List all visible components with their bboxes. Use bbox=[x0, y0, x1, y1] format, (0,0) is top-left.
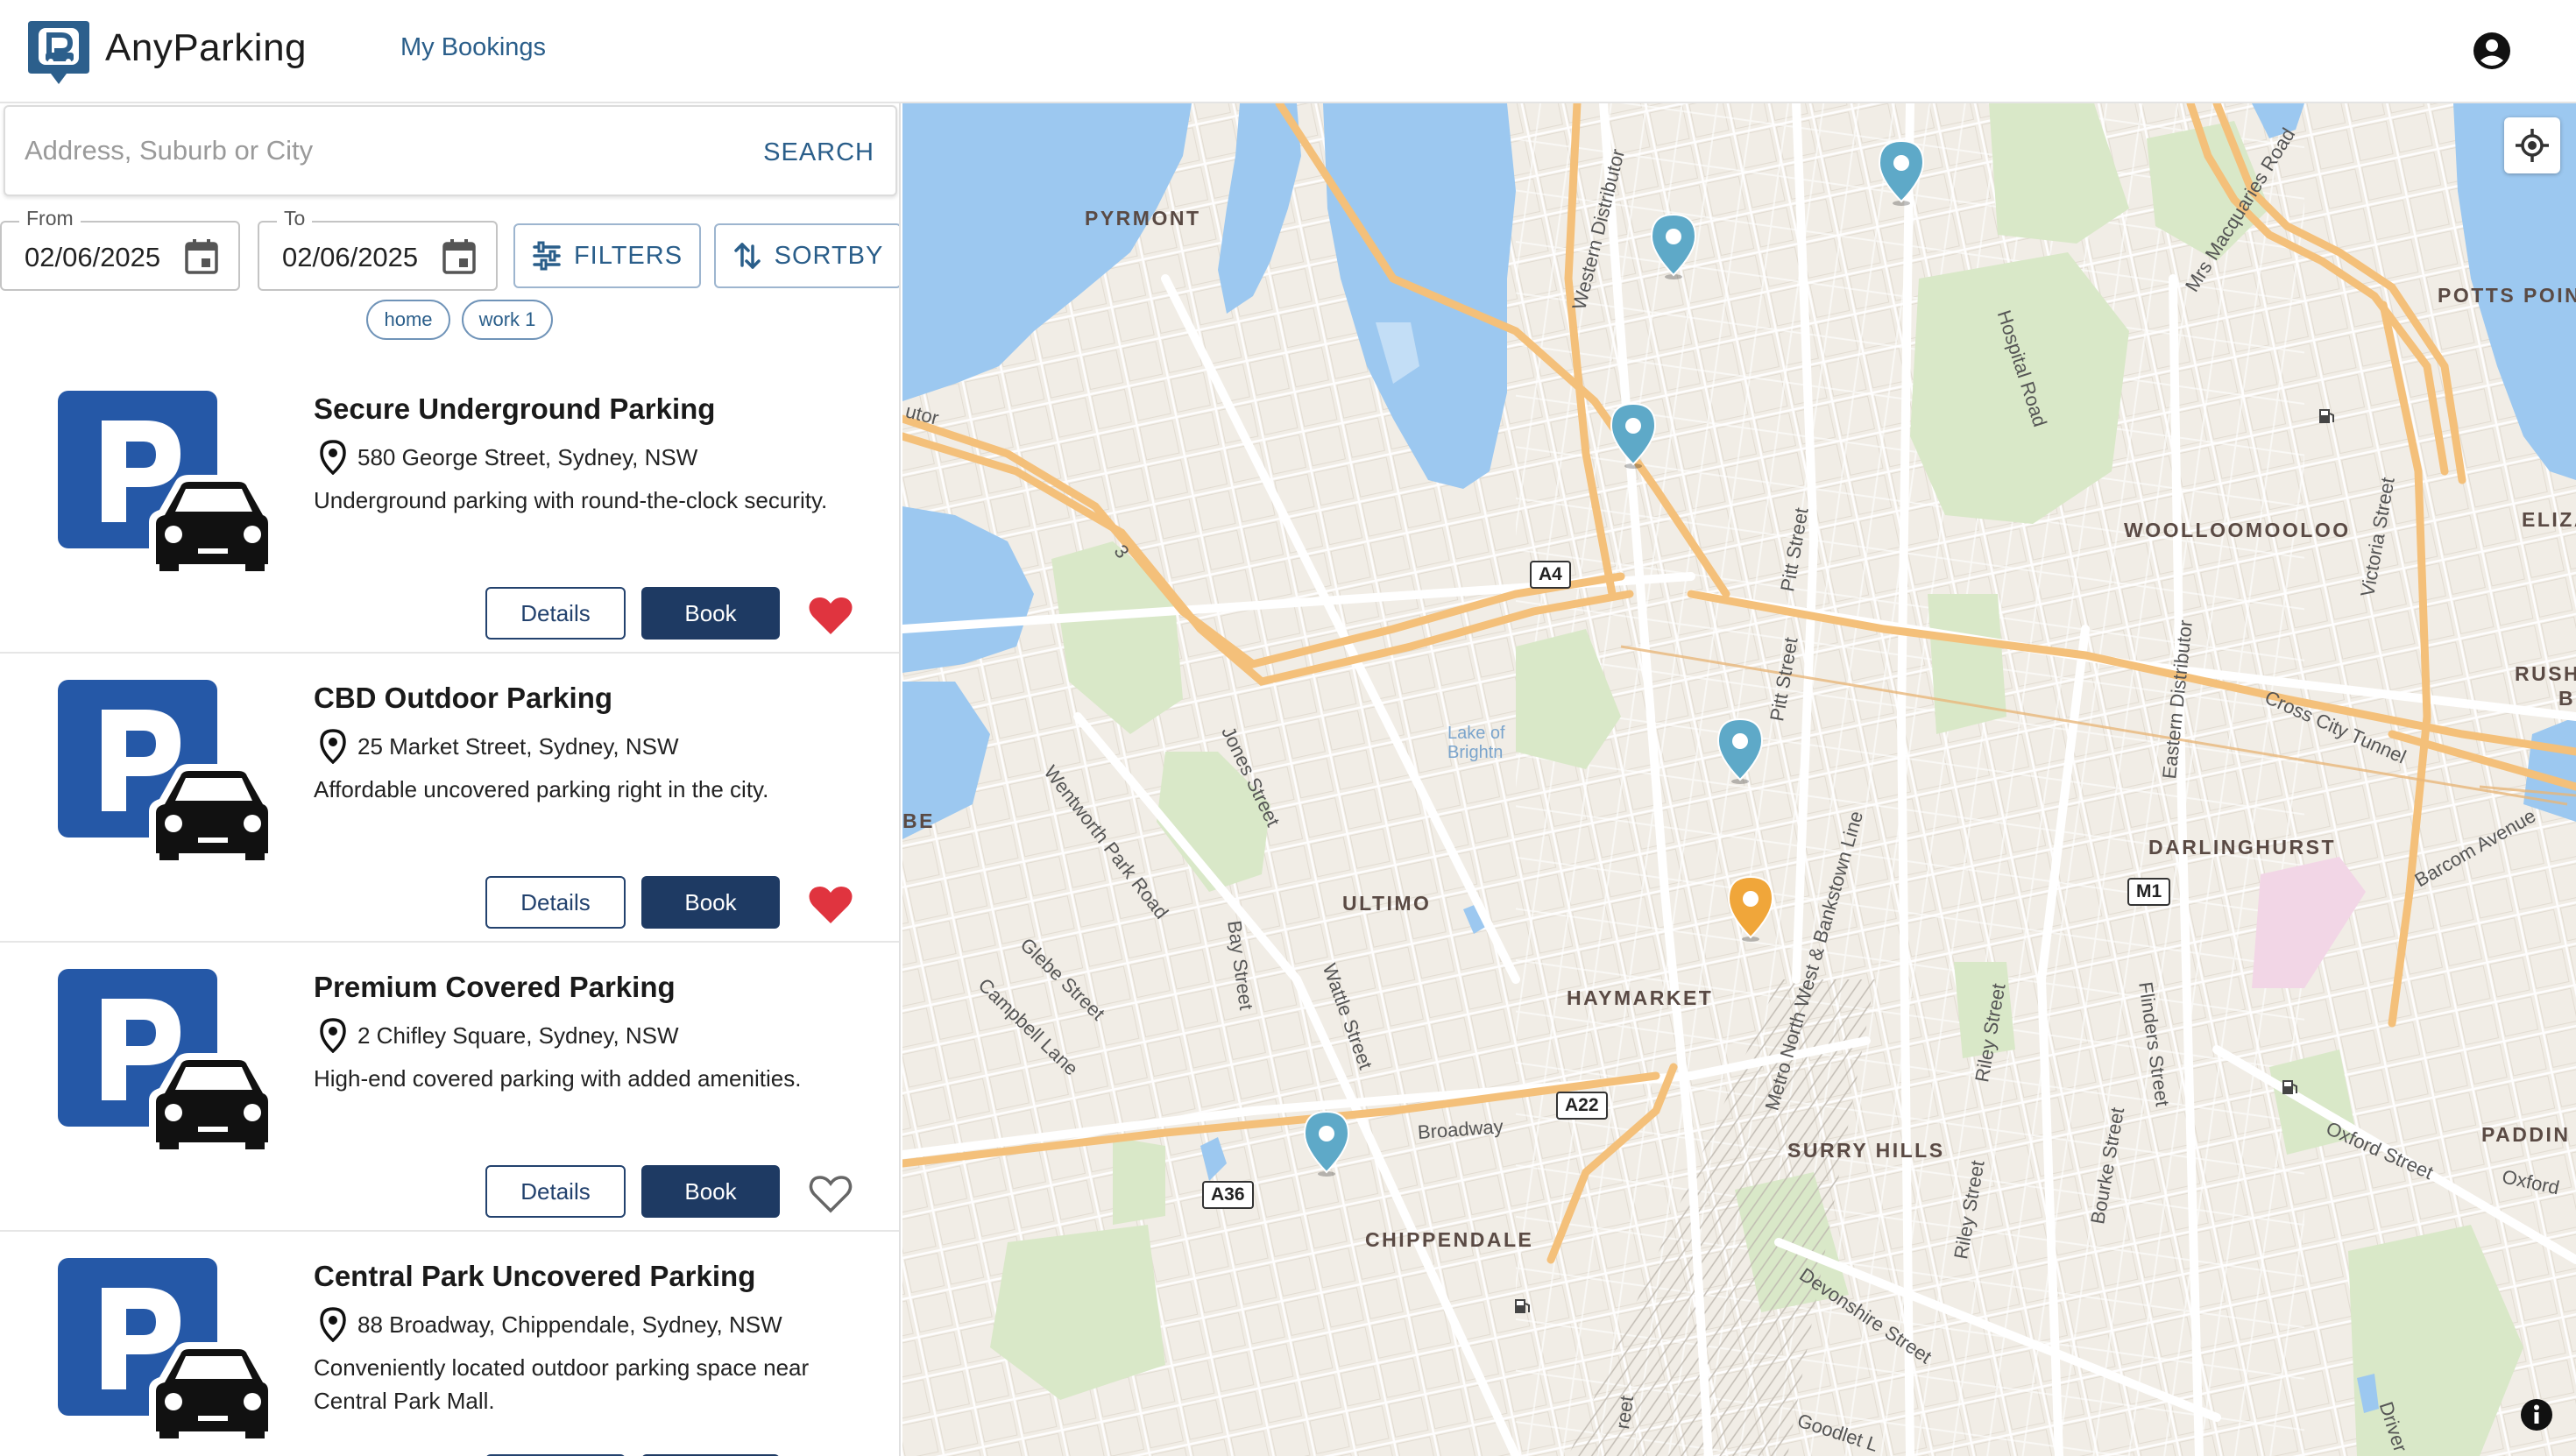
to-date-label: To bbox=[277, 207, 313, 230]
street-label: reet bbox=[1611, 1394, 1638, 1431]
to-date-value[interactable]: 02/06/2025 bbox=[282, 242, 431, 273]
parking-marker-icon[interactable] bbox=[1714, 717, 1766, 785]
parking-description: Affordable uncovered parking right in th… bbox=[314, 776, 769, 802]
parking-address: 2 Chifley Square, Sydney, NSW bbox=[357, 1021, 679, 1049]
favorite-filled-icon[interactable] bbox=[808, 885, 853, 925]
from-date-label: From bbox=[19, 207, 81, 230]
sort-button[interactable]: SORTBY bbox=[714, 223, 899, 288]
info-icon[interactable] bbox=[2520, 1398, 2553, 1431]
map-label-rushcutters: RUSHC bbox=[2515, 662, 2576, 685]
anyparking-logo-icon[interactable] bbox=[26, 18, 91, 86]
parking-thumbnail-icon bbox=[58, 680, 272, 860]
app-name: AnyParking bbox=[105, 26, 308, 69]
book-button[interactable]: Book bbox=[641, 1165, 780, 1218]
location-pin-icon bbox=[320, 440, 346, 475]
parking-marker-icon[interactable] bbox=[1300, 1109, 1353, 1177]
favorite-outline-icon[interactable] bbox=[808, 1174, 853, 1214]
map-label-eliza: ELIZA bbox=[2522, 508, 2576, 531]
my-bookings-link[interactable]: My Bookings bbox=[400, 33, 546, 62]
address-row: 88 Broadway, Chippendale, Sydney, NSW bbox=[317, 1307, 782, 1342]
road-shield-a4: A4 bbox=[1530, 561, 1571, 589]
parking-description: Conveniently located outdoor parking spa… bbox=[314, 1354, 810, 1414]
filters-button[interactable]: FILTERS bbox=[513, 223, 701, 288]
calendar-icon[interactable] bbox=[442, 238, 477, 275]
parking-title: Central Park Uncovered Parking bbox=[314, 1260, 756, 1292]
sort-arrows-icon bbox=[733, 243, 761, 269]
map-label-pyrmont: PYRMONT bbox=[1085, 207, 1201, 230]
map-label-haymarket: HAYMARKET bbox=[1567, 986, 1714, 1009]
saved-place-chip[interactable]: home bbox=[366, 300, 450, 340]
book-button[interactable]: Book bbox=[641, 876, 780, 929]
location-pin-icon bbox=[320, 1018, 346, 1053]
map-label-paddington: PADDIN bbox=[2481, 1123, 2571, 1146]
calendar-icon[interactable] bbox=[184, 238, 219, 275]
parking-marker-icon[interactable] bbox=[1607, 401, 1660, 470]
parking-marker-icon[interactable] bbox=[1875, 138, 1928, 207]
tune-icon bbox=[533, 241, 561, 271]
address-row: 25 Market Street, Sydney, NSW bbox=[317, 729, 679, 764]
parking-result-card[interactable]: Secure Underground Parking 580 George St… bbox=[0, 364, 899, 654]
details-button[interactable]: Details bbox=[485, 876, 626, 929]
map-label-rushcutters-2: B bbox=[2558, 687, 2576, 710]
fuel-station-icon bbox=[1515, 1299, 1530, 1313]
parking-marker-icon[interactable] bbox=[1647, 212, 1700, 280]
fuel-station-icon bbox=[2282, 1080, 2297, 1094]
favorite-filled-icon[interactable] bbox=[808, 596, 853, 636]
parking-address: 88 Broadway, Chippendale, Sydney, NSW bbox=[357, 1311, 782, 1338]
filters-label: FILTERS bbox=[573, 241, 683, 270]
top-header: AnyParking My Bookings bbox=[0, 0, 2576, 103]
my-location-button[interactable] bbox=[2504, 117, 2560, 173]
location-pin-icon bbox=[320, 1307, 346, 1342]
address-row: 580 George Street, Sydney, NSW bbox=[317, 440, 697, 475]
book-button[interactable]: Book bbox=[641, 587, 780, 640]
road-shield-a36: A36 bbox=[1202, 1181, 1254, 1209]
from-date-value[interactable]: 02/06/2025 bbox=[25, 242, 173, 273]
map-label-chippendale: CHIPPENDALE bbox=[1365, 1228, 1534, 1251]
details-button[interactable]: Details bbox=[485, 1165, 626, 1218]
saved-place-chip[interactable]: work 1 bbox=[462, 300, 553, 340]
search-bar: SEARCH bbox=[4, 105, 897, 196]
parking-title: Secure Underground Parking bbox=[314, 392, 716, 425]
map-label-ultimo: ULTIMO bbox=[1342, 892, 1432, 915]
address-row: 2 Chifley Square, Sydney, NSW bbox=[317, 1018, 679, 1053]
lake-label: Lake of Brightn bbox=[1447, 724, 1505, 762]
fuel-station-icon bbox=[2319, 409, 2334, 423]
parking-title: Premium Covered Parking bbox=[314, 971, 676, 1003]
parking-address: 580 George Street, Sydney, NSW bbox=[357, 443, 698, 470]
account-circle-icon[interactable] bbox=[2473, 32, 2511, 70]
map-label-surry-hills: SURRY HILLS bbox=[1787, 1139, 1945, 1162]
map-label-glebe: BE bbox=[902, 809, 935, 832]
parking-thumbnail-icon bbox=[58, 391, 272, 571]
parking-description: Underground parking with round-the-clock… bbox=[314, 487, 828, 513]
parking-thumbnail-icon bbox=[58, 1258, 272, 1438]
parking-result-card[interactable]: Premium Covered Parking 2 Chifley Square… bbox=[0, 943, 899, 1232]
from-date-field[interactable]: From 02/06/2025 bbox=[0, 207, 240, 291]
location-pin-icon bbox=[320, 729, 346, 764]
parking-title: CBD Outdoor Parking bbox=[314, 682, 613, 714]
to-date-field[interactable]: To 02/06/2025 bbox=[258, 207, 498, 291]
map-label-woolloomooloo: WOOLLOOMOOLOO bbox=[2124, 519, 2351, 541]
road-shield-m1: M1 bbox=[2127, 878, 2171, 906]
results-sidebar: SEARCH From 02/06/2025 To 02/06/2025 bbox=[0, 103, 901, 1456]
map-label-darlinghurst: DARLINGHURST bbox=[2148, 836, 2336, 859]
parking-marker-selected-icon[interactable] bbox=[1724, 874, 1777, 943]
crosshair-icon bbox=[2516, 129, 2549, 162]
parking-result-card[interactable]: Central Park Uncovered Parking 88 Broadw… bbox=[0, 1232, 899, 1456]
map-label-potts-point: POTTS POIN bbox=[2438, 284, 2576, 307]
search-input[interactable] bbox=[25, 126, 743, 175]
road-shield-a22: A22 bbox=[1556, 1092, 1608, 1120]
parking-thumbnail-icon bbox=[58, 969, 272, 1149]
app-root: AnyParking My Bookings SEARCH From 02/06… bbox=[0, 0, 2576, 1456]
search-button[interactable]: SEARCH bbox=[763, 138, 874, 167]
sort-label: SORTBY bbox=[774, 241, 884, 270]
details-button[interactable]: Details bbox=[485, 587, 626, 640]
map-view[interactable]: PYRMONT ULTIMO HAYMARKET CHIPPENDALE SUR… bbox=[902, 103, 2576, 1456]
parking-result-card[interactable]: CBD Outdoor Parking 25 Market Street, Sy… bbox=[0, 654, 899, 943]
parking-description: High-end covered parking with added amen… bbox=[314, 1065, 802, 1092]
parking-address: 25 Market Street, Sydney, NSW bbox=[357, 732, 679, 760]
